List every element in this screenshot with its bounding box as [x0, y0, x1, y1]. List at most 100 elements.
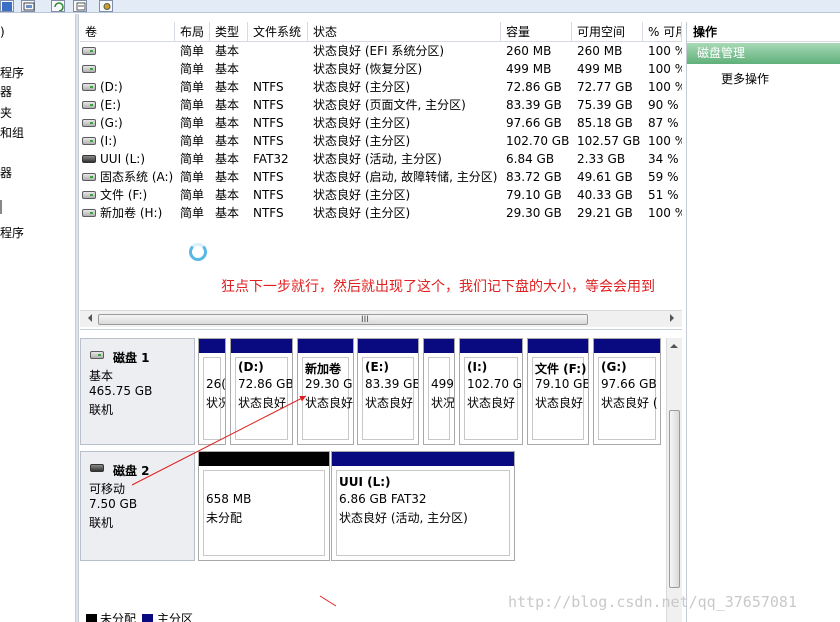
table-row[interactable]: (E:) 简单 基本 NTFS 状态良好 (页面文件, 主分区) 83.39 GB 75.3… — [80, 96, 682, 114]
volume-name: 文件 (F:) — [100, 188, 148, 202]
column-header-layout[interactable]: 布局 — [175, 22, 210, 42]
cell-pct: 100 % — [648, 62, 682, 76]
tree-item[interactable]: 器 — [0, 164, 12, 181]
cell-layout: 简单 — [180, 62, 205, 76]
table-row[interactable]: 简单基本 状态良好 (EFI 系统分区) 260 MB 260 MB 100 % — [80, 42, 682, 60]
cell-fs: NTFS — [253, 80, 284, 94]
partition-bar — [199, 339, 225, 353]
cell-status: 状态良好 (启动, 故障转储, 主分区) — [313, 170, 498, 184]
more-actions-link[interactable]: 更多操作 — [721, 70, 769, 87]
partition-frame: 499 状况 — [428, 357, 454, 440]
properties-icon[interactable] — [21, 0, 35, 12]
partition-size: 658 MB — [206, 492, 252, 506]
actions-section-disk-management[interactable]: 磁盘管理 — [687, 43, 840, 64]
annotation-text: 狂点下一步就行，然后就出现了这个，我们记下盘的大小，等会会用到 — [221, 279, 655, 295]
busy-spinner-icon — [189, 243, 207, 261]
tree-expander[interactable] — [0, 200, 4, 214]
table-row[interactable]: 简单基本 状态良好 (恢复分区) 499 MB 499 MB 100 % — [80, 60, 682, 78]
table-row[interactable]: UUI (L:) 简单 基本 FAT32 状态良好 (活动, 主分区) 6.84 GB 2.… — [80, 150, 682, 168]
partition-bar — [298, 339, 353, 353]
partition-frame: 新加卷 29.30 G 状态良好 — [302, 357, 353, 440]
partition-disk1-0[interactable]: 26(状况 — [198, 338, 226, 445]
cell-free: 49.61 GB — [577, 170, 633, 184]
scroll-right-icon[interactable] — [670, 314, 678, 322]
cell-type: 基本 — [215, 134, 240, 148]
partition-name: (D:) — [238, 360, 264, 374]
cell-status: 状态良好 (活动, 主分区) — [313, 152, 442, 166]
table-row[interactable]: (G:) 简单 基本 NTFS 状态良好 (主分区) 97.66 GB 85.18 GB 87… — [80, 114, 682, 132]
cell-status: 状态良好 (页面文件, 主分区) — [313, 98, 466, 112]
table-row[interactable]: (D:) 简单 基本 NTFS 状态良好 (主分区) 72.86 GB 72.77 GB 10… — [80, 78, 682, 96]
cell-fs: NTFS — [253, 134, 284, 148]
partition-bar — [424, 339, 454, 353]
disk-info-1[interactable]: 磁盘 1 基本 465.75 GB 联机 — [80, 338, 195, 445]
volume-name: (D:) — [100, 80, 123, 94]
volume-icon — [82, 83, 96, 91]
disk-map-vscrollbar[interactable] — [666, 338, 682, 622]
volume-list-hscrollbar[interactable]: III — [80, 310, 682, 327]
partition-frame: (D:) 72.86 GB 状态良好 — [235, 357, 292, 440]
pane-splitter[interactable] — [75, 14, 79, 622]
volume-icon — [82, 65, 96, 73]
cell-capacity: 499 MB — [506, 62, 552, 76]
column-header-percent-free[interactable]: % 可用 — [643, 22, 682, 42]
column-header-filesystem[interactable]: 文件系统 — [248, 22, 308, 42]
disk-title: 磁盘 2 — [113, 464, 150, 478]
partition-disk2-1[interactable]: UUI (L:) 6.86 GB FAT32 状态良好 (活动, 主分区) — [331, 451, 515, 561]
tree-item[interactable]: ) — [0, 25, 5, 39]
cell-layout: 简单 — [180, 134, 205, 148]
partition-frame: 文件 (F:) 79.10 GB 状态良好 — [532, 357, 588, 440]
cell-type: 基本 — [215, 188, 240, 202]
cell-pct: 100 % — [648, 44, 682, 58]
tree-item[interactable]: 程序 — [0, 64, 24, 81]
volume-name: UUI (L:) — [100, 152, 146, 166]
scroll-up-icon[interactable] — [670, 340, 678, 348]
partition-disk1-7[interactable]: (G:) 97.66 GB 状态良好 ( — [593, 338, 661, 445]
table-row[interactable]: 文件 (F:) 简单 基本 NTFS 状态良好 (主分区) 79.10 GB 40.33 G… — [80, 186, 682, 204]
tree-item[interactable]: 夹 — [0, 104, 12, 121]
column-header-status[interactable]: 状态 — [308, 22, 501, 42]
settings-icon[interactable] — [99, 0, 113, 12]
partition-name: (G:) — [601, 360, 627, 374]
rescan-icon[interactable] — [73, 0, 87, 12]
column-header-type[interactable]: 类型 — [210, 22, 248, 42]
partition-disk1-3[interactable]: (E:) 83.39 GB 状态良好 — [357, 338, 419, 445]
refresh-icon[interactable] — [51, 0, 65, 12]
partition-disk1-2[interactable]: 新加卷 29.30 G 状态良好 — [297, 338, 354, 445]
hscroll-thumb[interactable]: III — [98, 314, 588, 325]
partition-disk2-0[interactable]: 658 MB 未分配 — [198, 451, 330, 561]
column-header-free-space[interactable]: 可用空间 — [572, 22, 643, 42]
cell-layout: 简单 — [180, 188, 205, 202]
cell-free: 102.57 GB — [577, 134, 641, 148]
column-header-capacity[interactable]: 容量 — [501, 22, 572, 42]
partition-disk1-6[interactable]: 文件 (F:) 79.10 GB 状态良好 — [527, 338, 589, 445]
partition-bar — [358, 339, 418, 353]
disk-map: 磁盘 1 基本 465.75 GB 联机 26(状况 (D:) 72.86 GB 状态… — [80, 330, 682, 622]
partition-bar — [594, 339, 660, 353]
tree-item[interactable]: 程序 — [0, 224, 24, 241]
disk-info-2[interactable]: 磁盘 2 可移动 7.50 GB 联机 — [80, 451, 195, 561]
cell-type: 基本 — [215, 206, 240, 220]
tree-item[interactable]: 和组 — [0, 124, 24, 141]
cell-status: 状态良好 (主分区) — [313, 80, 411, 94]
partition-disk1-5[interactable]: (I:) 102.70 G 状态良好 — [459, 338, 523, 445]
partition-disk1-1[interactable]: (D:) 72.86 GB 状态良好 — [230, 338, 293, 445]
cell-status: 状态良好 (主分区) — [313, 206, 411, 220]
table-row[interactable]: (I:) 简单 基本 NTFS 状态良好 (主分区) 102.70 GB 102.57 GB… — [80, 132, 682, 150]
vscroll-thumb[interactable] — [669, 410, 680, 588]
cell-name: (G:) — [80, 114, 175, 132]
column-header-volume[interactable]: 卷 — [80, 22, 175, 42]
partition-status: 状态良好 — [535, 396, 584, 410]
watermark: http://blog.csdn.net/qq_37657081 — [508, 593, 797, 611]
help-icon[interactable] — [0, 0, 14, 12]
cell-fs: FAT32 — [253, 152, 289, 166]
tree-item[interactable]: 器 — [0, 83, 12, 100]
partition-size: 499 — [431, 377, 454, 391]
scroll-left-icon[interactable] — [84, 314, 92, 322]
partition-disk1-4[interactable]: 499 状况 — [423, 338, 455, 445]
partition-status: 状况 — [431, 396, 455, 410]
cell-pct: 100 % — [648, 80, 682, 94]
cell-name: 固态系统 (A:) — [80, 168, 175, 186]
table-row[interactable]: 固态系统 (A:) 简单 基本 NTFS 状态良好 (启动, 故障转储, 主分区) 83.… — [80, 168, 682, 186]
table-row[interactable]: 新加卷 (H:) 简单 基本 NTFS 状态良好 (主分区) 29.30 GB 29.21 … — [80, 204, 682, 222]
